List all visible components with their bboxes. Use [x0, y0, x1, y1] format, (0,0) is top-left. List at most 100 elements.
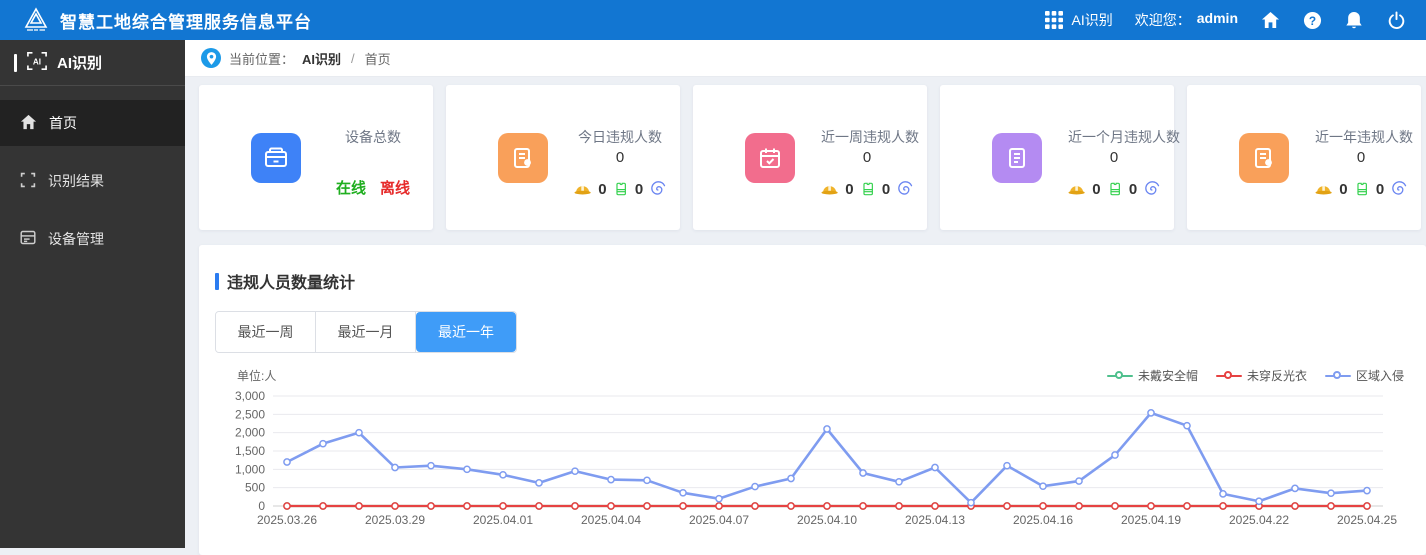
logo-icon [22, 6, 50, 34]
svg-text:3,000: 3,000 [235, 389, 265, 403]
sidebar-menu: 首页 识别结果 设备管理 [0, 100, 185, 262]
card-icon [745, 133, 795, 183]
intrusion-spiral-icon [898, 181, 913, 195]
vest-icon [1109, 182, 1120, 196]
card-title: 近一年违规人数 [1315, 129, 1413, 145]
online-label[interactable]: 在线 [336, 177, 366, 198]
card-icon [498, 133, 548, 183]
app-switcher-label: AI识别 [1071, 12, 1113, 28]
card-total: 0 [1356, 149, 1366, 166]
ai-scan-icon: AI [26, 51, 48, 75]
svg-text:2025.04.19: 2025.04.19 [1121, 513, 1181, 527]
helmet-count: 0 [1092, 180, 1101, 198]
range-tabs: 最近一周 最近一月 最近一年 [215, 311, 517, 353]
vest-icon [1356, 182, 1367, 196]
helmet-icon [574, 185, 591, 195]
card-total: 0 [1109, 149, 1119, 166]
sidebar: AI AI识别 首页 识别结果 设备管理 [0, 40, 185, 548]
vest-count: 0 [634, 180, 644, 198]
device-total-card: 设备总数 在线 离线 [199, 85, 433, 230]
helmet-icon [1315, 185, 1332, 195]
app-title: 智慧工地综合管理服务信息平台 [60, 12, 312, 32]
chart-legend: 未戴安全帽 未穿反光衣 区域入侵 [1106, 367, 1404, 384]
card-icon [992, 133, 1042, 183]
vest-count: 0 [881, 180, 891, 198]
username: admin [1196, 10, 1238, 26]
legend-marker-red [1215, 370, 1242, 381]
app-switcher[interactable]: AI识别 [1044, 10, 1113, 30]
main-content: 当前位置： AI识别 / 首页 设备总数 在线 离线 今日违规人数 0 0 0 近一周… [185, 40, 1426, 555]
device-icon [20, 230, 36, 248]
svg-text:2025.03.26: 2025.03.26 [257, 513, 317, 527]
breadcrumb-root[interactable]: AI识别 [302, 49, 341, 68]
legend-helmet[interactable]: 未戴安全帽 [1106, 367, 1198, 384]
intrusion-spiral-icon [1145, 181, 1160, 195]
tab-last-month[interactable]: 最近一月 [316, 312, 416, 352]
svg-text:2025.04.25: 2025.04.25 [1337, 513, 1397, 527]
svg-text:2025.04.10: 2025.04.10 [797, 513, 857, 527]
breadcrumb-prefix: 当前位置： [229, 51, 295, 67]
legend-marker-blue [1324, 370, 1351, 381]
card-title: 设备总数 [345, 129, 401, 145]
svg-text:500: 500 [245, 481, 265, 495]
sidebar-item-home[interactable]: 首页 [0, 100, 185, 146]
svg-text:2025.04.07: 2025.04.07 [689, 513, 749, 527]
power-icon[interactable] [1386, 10, 1406, 30]
sidebar-item-results[interactable]: 识别结果 [0, 158, 185, 204]
helmet-count: 0 [1339, 180, 1348, 198]
grid-icon [1044, 10, 1064, 30]
device-card-icon [251, 133, 301, 183]
title-accent-bar [215, 272, 219, 290]
card-title: 近一个月违规人数 [1068, 129, 1180, 145]
vest-icon [862, 182, 873, 196]
card-title: 今日违规人数 [578, 129, 662, 145]
unit-label: 单位:人 [237, 369, 277, 383]
vest-count: 0 [1128, 180, 1138, 198]
welcome-text: 欢迎您： admin [1134, 10, 1238, 28]
location-pin-icon [201, 48, 221, 68]
sidebar-item-devices[interactable]: 设备管理 [0, 216, 185, 262]
breadcrumb-separator: / [351, 50, 355, 66]
svg-text:2025.04.04: 2025.04.04 [581, 513, 641, 527]
sidebar-brand-label: AI识别 [57, 55, 103, 72]
helmet-count: 0 [598, 180, 607, 198]
svg-text:2025.04.22: 2025.04.22 [1229, 513, 1289, 527]
vest-icon [615, 182, 626, 196]
svg-text:2,000: 2,000 [235, 426, 265, 440]
sidebar-item-label: 设备管理 [48, 231, 104, 247]
tab-last-week[interactable]: 最近一周 [216, 312, 316, 352]
legend-vest[interactable]: 未穿反光衣 [1215, 367, 1307, 384]
bell-icon[interactable] [1344, 10, 1364, 30]
violations-line-chart[interactable]: 0 500 1,000 1,500 2,000 2,500 3,000 2025.03.26 2… [215, 388, 1410, 538]
brand-bar [14, 53, 17, 72]
svg-text:2,500: 2,500 [235, 407, 265, 421]
vest-count: 0 [1375, 180, 1385, 198]
sidebar-item-label: 首页 [49, 115, 77, 131]
helmet-count: 0 [845, 180, 854, 198]
violations-month-card: 近一个月违规人数 0 0 0 [940, 85, 1180, 230]
svg-text:2025.03.29: 2025.03.29 [365, 513, 425, 527]
tab-last-year[interactable]: 最近一年 [416, 312, 516, 352]
card-total: 0 [615, 149, 625, 166]
violations-year-card: 近一年违规人数 0 0 0 [1187, 85, 1421, 230]
card-icon [1239, 133, 1289, 183]
breadcrumb: 当前位置： AI识别 / 首页 [185, 40, 1426, 77]
stat-cards-row: 设备总数 在线 离线 今日违规人数 0 0 0 近一周违规人数 0 0 0 近一个月违规人数… [185, 77, 1426, 230]
breadcrumb-current[interactable]: 首页 [365, 49, 391, 68]
legend-marker-green [1106, 370, 1133, 381]
sidebar-brand: AI AI识别 [0, 40, 185, 86]
offline-label[interactable]: 离线 [380, 177, 410, 198]
home-icon[interactable] [1260, 10, 1280, 30]
svg-text:1,000: 1,000 [235, 462, 265, 476]
violation-stats-panel: 违规人员数量统计 最近一周 最近一月 最近一年 单位:人 未戴安全帽 未穿反光衣 [199, 245, 1426, 555]
violations-week-card: 近一周违规人数 0 0 0 [693, 85, 927, 230]
svg-text:2025.04.16: 2025.04.16 [1013, 513, 1073, 527]
help-icon[interactable]: ? [1302, 10, 1322, 30]
scan-icon [20, 172, 36, 191]
brand: 智慧工地综合管理服务信息平台 [0, 6, 312, 34]
card-total: 0 [862, 149, 872, 166]
legend-intrusion[interactable]: 区域入侵 [1324, 367, 1404, 384]
intrusion-spiral-icon [1392, 181, 1407, 195]
helmet-icon [821, 185, 838, 195]
svg-text:2025.04.13: 2025.04.13 [905, 513, 965, 527]
